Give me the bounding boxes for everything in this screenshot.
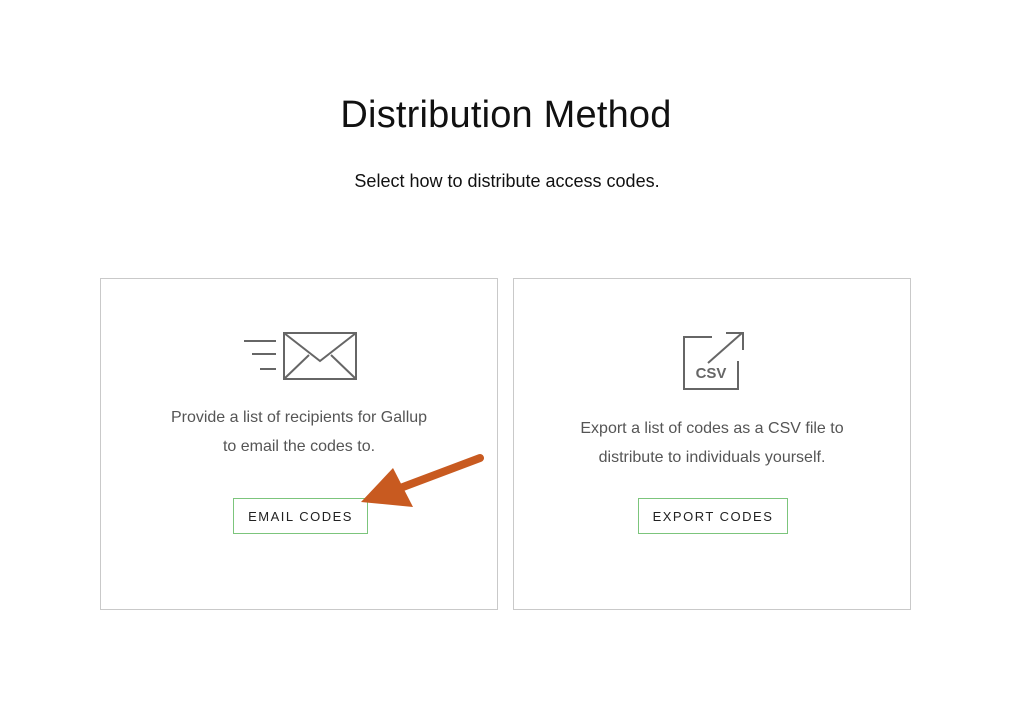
email-codes-card: Provide a list of recipients for Gallup … xyxy=(100,278,498,610)
export-card-description-line-2: distribute to individuals yourself. xyxy=(598,449,826,466)
annotation-arrow-icon xyxy=(361,454,484,507)
email-codes-button[interactable]: EMAIL CODES xyxy=(233,498,368,534)
csv-export-icon: CSV xyxy=(683,332,744,390)
envelope-speed-icon xyxy=(244,332,357,380)
page-subtitle: Select how to distribute access codes. xyxy=(354,171,660,191)
page-title: Distribution Method xyxy=(340,94,672,136)
export-card-description-line-1: Export a list of codes as a CSV file to xyxy=(580,420,844,437)
email-card-description-line-1: Provide a list of recipients for Gallup xyxy=(170,409,428,426)
csv-icon-label: CSV xyxy=(696,365,727,382)
export-codes-card: CSV Export a list of codes as a CSV file… xyxy=(513,278,911,610)
export-codes-button[interactable]: EXPORT CODES xyxy=(638,498,788,534)
export-card-description: Export a list of codes as a CSV file to … xyxy=(514,414,910,472)
